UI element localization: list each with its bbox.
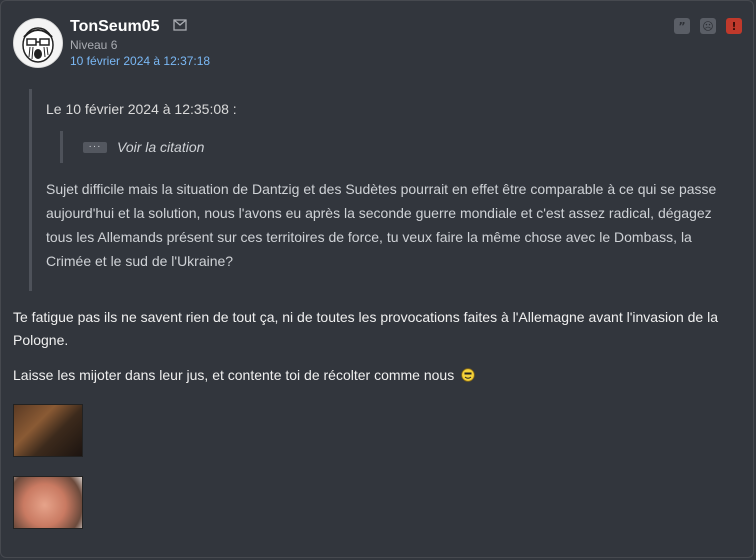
post-date-link[interactable]: 10 février 2024 à 12:37:18 [70,54,210,68]
user-level: Niveau 6 [70,38,118,52]
forum-post: TonSeum05 Niveau 6 10 février 2024 à 12:… [0,0,754,558]
sticker-image-1[interactable] [13,404,83,457]
post-paragraph-1: Te fatigue pas ils ne savent rien de tou… [13,309,718,348]
avatar[interactable] [13,18,63,68]
ignore-icon[interactable]: ☹ [700,18,716,34]
nested-quote: ··· Voir la citation [60,131,204,163]
quote-text: Sujet difficile mais la situation de Dan… [46,181,717,269]
username[interactable]: TonSeum05 [70,18,160,36]
smiley-icon [461,368,475,382]
quote-header: Le 10 février 2024 à 12:35:08 : [46,101,237,117]
show-quote-link[interactable]: Voir la citation [117,139,204,155]
quote-icon[interactable]: ” [674,18,690,34]
sticker-image-2[interactable] [13,476,83,529]
post-actions: ” ☹ ! [674,18,742,34]
blockquote: Le 10 février 2024 à 12:35:08 : ··· Voir… [29,89,749,291]
expand-quote-button[interactable]: ··· [83,141,107,153]
report-icon[interactable]: ! [726,18,742,34]
envelope-icon[interactable] [173,19,187,31]
post-paragraph-2-text: Laisse les mijoter dans leur jus, et con… [13,367,455,383]
post-paragraph-2: Laisse les mijoter dans leur jus, et con… [13,367,475,383]
